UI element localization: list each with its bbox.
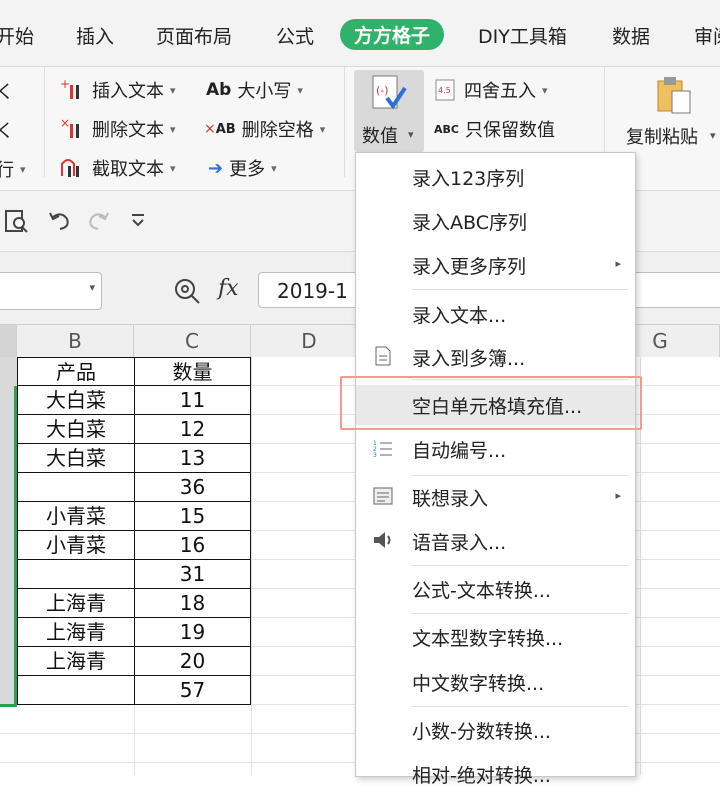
highlight-annotation [340, 376, 642, 430]
header-quantity[interactable]: 数量 [134, 357, 251, 386]
svg-text:3: 3 [373, 452, 377, 459]
svg-text:+: + [60, 78, 70, 91]
partial-button-2[interactable]: く [0, 117, 14, 143]
customize-dropdown-icon[interactable] [130, 213, 148, 229]
menu-item-chinese-number-convert[interactable]: 中文数字转换... [356, 662, 635, 702]
cell-quantity[interactable]: 15 [134, 502, 251, 531]
undo-icon[interactable] [48, 209, 72, 233]
cell-product[interactable]: 上海青 [17, 647, 134, 676]
menu-item-relative-absolute-convert[interactable]: 相对-绝对转换... [356, 754, 635, 794]
cell-quantity[interactable]: 19 [134, 618, 251, 647]
tab-insert[interactable]: 插入 [76, 22, 114, 49]
column-header-d[interactable]: D [251, 325, 368, 357]
numeric-icon: (-) [372, 75, 407, 110]
speaker-icon [374, 532, 391, 548]
partial-button-1[interactable]: く [0, 78, 14, 104]
submenu-arrow-icon: ▸ [615, 257, 621, 270]
round-button[interactable]: 4.5 四舍五入 ▾ [434, 77, 548, 103]
cell-quantity[interactable]: 12 [134, 415, 251, 444]
tab-review[interactable]: 审阅 [694, 22, 720, 49]
tab-page-layout[interactable]: 页面布局 [156, 22, 232, 49]
menu-item-text-number-convert[interactable]: 文本型数字转换... [356, 617, 635, 657]
cell-product[interactable] [17, 560, 134, 589]
menu-item-associative-entry[interactable]: 联想录入 ▸ [356, 477, 635, 517]
cell-product[interactable]: 上海青 [17, 589, 134, 618]
zoom-find-icon[interactable] [174, 278, 202, 306]
abc-icon: ABC [434, 122, 459, 136]
tab-data[interactable]: 数据 [612, 22, 650, 49]
cell-quantity[interactable]: 31 [134, 560, 251, 589]
menu-item-decimal-fraction-convert[interactable]: 小数-分数转换... [356, 710, 635, 750]
more-button[interactable]: ➔ 更多 ▾ [208, 155, 277, 181]
menu-item-formula-text-convert[interactable]: 公式-文本转换... [356, 569, 635, 609]
cell-product[interactable]: 大白菜 [17, 415, 134, 444]
cell-quantity[interactable]: 11 [134, 386, 251, 415]
cell-product[interactable]: 上海青 [17, 618, 134, 647]
menu-item-enter-abc-sequence[interactable]: 录入ABC序列 [356, 201, 635, 241]
tab-home[interactable]: 开始 [0, 22, 34, 49]
round-icon: 4.5 [435, 79, 455, 101]
submenu-arrow-icon: ▸ [615, 489, 621, 502]
cell-product[interactable]: 小青菜 [17, 502, 134, 531]
selection-border-bottom [0, 704, 17, 707]
fx-label[interactable]: fx [218, 276, 239, 301]
partial-button-3[interactable]: 行 ▾ [0, 156, 26, 182]
redo-icon[interactable] [86, 209, 110, 233]
extract-text-button[interactable]: 截取文本 ▾ [60, 155, 176, 181]
delete-text-icon: × [60, 117, 79, 138]
tab-fangfanggezi[interactable]: 方方格子 [340, 19, 445, 50]
cell-quantity[interactable]: 57 [134, 676, 251, 705]
tab-diy-toolbox[interactable]: DIY工具箱 [478, 22, 567, 49]
column-header-b[interactable]: B [17, 325, 134, 357]
ribbon-tab-bar: 开始 插入 页面布局 公式 方方格子 DIY工具箱 数据 审阅 [0, 0, 720, 67]
menu-item-enter-text[interactable]: 录入文本... [356, 294, 635, 334]
cell-product[interactable] [17, 676, 134, 705]
header-product[interactable]: 产品 [17, 357, 134, 386]
column-header-c[interactable]: C [134, 325, 251, 357]
name-box[interactable]: ▾ [0, 272, 102, 310]
case-icon: Ab [206, 80, 232, 100]
delete-space-button[interactable]: ×AB 删除空格 ▾ [204, 116, 325, 142]
menu-item-enter-123-sequence[interactable]: 录入123序列 [356, 157, 635, 197]
numbered-list-icon: 123 [373, 440, 392, 459]
svg-text:4.5: 4.5 [438, 86, 451, 95]
menu-item-voice-entry[interactable]: 语音录入... [356, 521, 635, 561]
copy-paste-button[interactable]: 复制粘贴 ▾ [620, 75, 720, 155]
column-header-a[interactable] [0, 325, 17, 357]
print-preview-icon[interactable] [4, 209, 30, 233]
cell-product[interactable]: 小青菜 [17, 531, 134, 560]
cell-quantity[interactable]: 36 [134, 473, 251, 502]
delete-text-button[interactable]: × 删除文本 ▾ [60, 116, 176, 142]
insert-text-icon: + [60, 78, 79, 99]
document-icon [375, 346, 391, 366]
keep-numeric-button[interactable]: ABC 只保留数值 [434, 116, 555, 142]
menu-item-enter-more-sequences[interactable]: 录入更多序列 ▸ [356, 245, 635, 285]
tab-formulas[interactable]: 公式 [276, 22, 314, 49]
cell-quantity[interactable]: 20 [134, 647, 251, 676]
delete-space-icon: ×AB [204, 121, 236, 137]
arrow-right-icon: ➔ [208, 157, 224, 179]
insert-text-button[interactable]: + 插入文本 ▾ [60, 77, 176, 103]
cell-quantity[interactable]: 18 [134, 589, 251, 618]
name-box-dropdown-icon[interactable]: ▾ [89, 281, 95, 294]
cell-a-header[interactable] [0, 357, 17, 386]
cell-quantity[interactable]: 13 [134, 444, 251, 473]
menu-item-auto-numbering[interactable]: 123 自动编号... [356, 429, 635, 469]
selection-border [14, 386, 17, 706]
svg-text:(-): (-) [376, 84, 389, 97]
numeric-button[interactable]: (-) 数值 ▾ [354, 70, 424, 152]
extract-text-icon [61, 159, 79, 177]
cell-quantity[interactable]: 16 [134, 531, 251, 560]
cell-product[interactable]: 大白菜 [17, 444, 134, 473]
case-button[interactable]: Ab 大小写 ▾ [206, 77, 303, 103]
form-icon [373, 487, 393, 505]
svg-text:×: × [60, 117, 70, 130]
cell-product[interactable] [17, 473, 134, 502]
clipboard-icon [657, 77, 691, 114]
numeric-dropdown-menu: 录入123序列 录入ABC序列 录入更多序列 ▸ 录入文本... 录入到多簿...… [355, 152, 636, 787]
menu-item-enter-multiple-books[interactable]: 录入到多簿... [356, 337, 635, 377]
cell-product[interactable]: 大白菜 [17, 386, 134, 415]
